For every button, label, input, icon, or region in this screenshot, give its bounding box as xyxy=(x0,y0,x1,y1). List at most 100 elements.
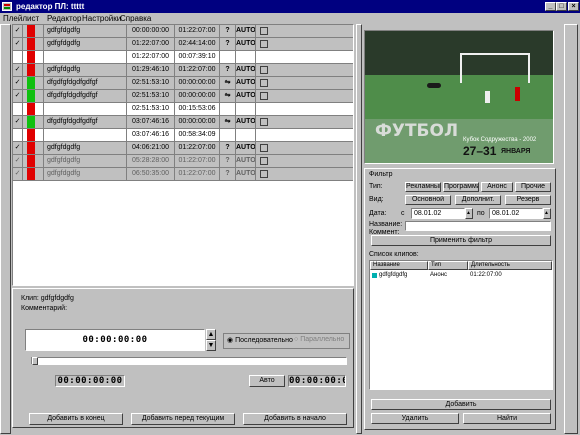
table-row[interactable]: ✓ gdfgfdgdfg 04:06:21:00 01:22:07:00? AUTO xyxy=(13,142,353,155)
row-duration: 01:22:07:00 xyxy=(175,142,220,154)
row-status-bar xyxy=(23,38,44,50)
row-name: gdfgfdgdfg xyxy=(44,38,127,50)
row-checkbox[interactable] xyxy=(260,40,268,48)
type-ad-button[interactable]: Рекламный xyxy=(405,182,441,192)
row-checkbox-cell[interactable] xyxy=(256,38,353,50)
splitter[interactable] xyxy=(356,24,362,434)
row-checkbox[interactable] xyxy=(260,157,268,165)
find-clip-button[interactable]: Найти xyxy=(463,413,551,424)
kind-main-button[interactable]: Основной xyxy=(405,195,451,205)
row-type-icon: ? xyxy=(220,25,236,37)
menu-playlist[interactable]: Плейлист xyxy=(3,13,39,24)
row-checkbox[interactable] xyxy=(260,118,268,126)
table-row[interactable]: ✓ dfgdfgfdgdfgdfgf 02:51:53:10 00:00:00:00 ⇋… xyxy=(13,90,353,103)
kind-reserve-button[interactable]: Резерв xyxy=(505,195,551,205)
status-color-bar xyxy=(27,38,35,50)
row-status-bar xyxy=(23,77,44,89)
close-button[interactable]: × xyxy=(568,2,579,11)
type-program-button[interactable]: Программа xyxy=(443,182,479,192)
row-type-icon: ⇋ xyxy=(220,77,236,89)
table-row[interactable]: ✓ gdfgfdgdfg 01:22:07:00 02:44:14:00? AUTO xyxy=(13,38,353,51)
menu-settings[interactable]: Настройки xyxy=(82,13,121,24)
row-checkbox-cell[interactable] xyxy=(256,103,353,115)
date-to-spin[interactable]: ▲▼ xyxy=(543,208,551,219)
row-name: gdfgfdgdfg xyxy=(44,142,127,154)
list-item-name: gdfgfdgdfg xyxy=(379,272,408,278)
minimize-button[interactable]: _ xyxy=(545,2,556,11)
vertical-scrollbar[interactable] xyxy=(564,24,578,434)
row-auto-badge: AUTO xyxy=(236,116,256,128)
main-time-display[interactable]: 00:00:00:00 xyxy=(25,329,205,351)
add-to-end-button[interactable]: Добавить в конец xyxy=(29,413,123,425)
row-auto-badge: AUTO xyxy=(236,25,256,37)
row-checkbox-cell[interactable] xyxy=(256,168,353,180)
slider-thumb[interactable] xyxy=(32,357,38,365)
radio-parallel[interactable]: ○ Параллельно xyxy=(294,336,344,343)
row-type-icon xyxy=(220,103,236,115)
date-to-field[interactable]: 08.01.02 xyxy=(489,208,543,219)
table-row[interactable]: ✓ gdfgfdgdfg 06:50:35:00 01:22:07:00? AUTO xyxy=(13,168,353,181)
position-slider[interactable] xyxy=(31,357,347,365)
date-from-spin[interactable]: ▲▼ xyxy=(465,208,473,219)
row-checkbox[interactable] xyxy=(260,79,268,87)
table-row[interactable]: 01:22:07:00 00:07:39:10 xyxy=(13,51,353,64)
type-promo-button[interactable]: Анонс xyxy=(481,182,513,192)
row-auto-badge: AUTO xyxy=(236,38,256,50)
row-checkbox-cell[interactable] xyxy=(256,142,353,154)
row-checkbox-cell[interactable] xyxy=(256,64,353,76)
maximize-button[interactable]: □ xyxy=(556,2,567,11)
row-checkbox-cell[interactable] xyxy=(256,129,353,141)
spin-down-button[interactable]: ▼ xyxy=(206,340,216,351)
row-checkbox-cell[interactable] xyxy=(256,77,353,89)
row-checkbox[interactable] xyxy=(260,144,268,152)
table-row[interactable]: 02:51:53:10 00:15:53:06 xyxy=(13,103,353,116)
type-label: Тип: xyxy=(369,183,383,190)
row-status-bar xyxy=(23,103,44,115)
row-checkbox-cell[interactable] xyxy=(256,155,353,167)
col-header-name[interactable]: Название xyxy=(370,261,428,270)
delete-clip-button[interactable]: Удалить xyxy=(371,413,459,424)
col-header-type[interactable]: Тип xyxy=(428,261,468,270)
row-check-icon: ✓ xyxy=(13,116,23,128)
menu-help[interactable]: Справка xyxy=(120,13,151,24)
add-to-start-button[interactable]: Добавить в начало xyxy=(243,413,347,425)
row-name: gdfgfdgdfg xyxy=(44,168,127,180)
row-checkbox-cell[interactable] xyxy=(256,116,353,128)
menu-editor[interactable]: Редактор xyxy=(47,13,81,24)
type-other-button[interactable]: Прочие xyxy=(515,182,551,192)
col-header-duration[interactable]: Длительность xyxy=(468,261,552,270)
row-checkbox[interactable] xyxy=(260,170,268,178)
row-checkbox-cell[interactable] xyxy=(256,90,353,102)
row-checkbox[interactable] xyxy=(260,92,268,100)
add-before-current-button[interactable]: Добавить перед текущим xyxy=(131,413,235,425)
status-color-bar xyxy=(27,77,35,89)
playlist-grid[interactable]: ✓ gdfgfdgdfg 00:00:00:00 01:22:07:00? AUTO ✓ g… xyxy=(12,24,354,286)
table-row[interactable]: ✓ dfgdfgfdgdfgdfgf 02:51:53:10 00:00:00:00 ⇋… xyxy=(13,77,353,90)
table-row[interactable]: ✓ gdfgfdgdfg 01:29:46:10 01:22:07:00? AUTO xyxy=(13,64,353,77)
row-auto-badge xyxy=(236,129,256,141)
clip-list[interactable]: Название Тип Длительность gdfgfdgdfg Ано… xyxy=(369,260,553,390)
add-clip-button[interactable]: Добавить xyxy=(371,399,551,410)
row-name: gdfgfdgdfg xyxy=(44,155,127,167)
table-row[interactable]: ✓ dfgdfgfdgdfgdfgf 03:07:46:16 00:00:00:00 ⇋… xyxy=(13,116,353,129)
date-from-field[interactable]: 08.01.02 xyxy=(411,208,465,219)
name-filter-field[interactable] xyxy=(405,221,551,231)
row-check-icon: ✓ xyxy=(13,77,23,89)
table-row[interactable]: ✓ gdfgfdgdfg 00:00:00:00 01:22:07:00? AUTO xyxy=(13,25,353,38)
table-row[interactable]: 03:07:46:16 00:58:34:09 xyxy=(13,129,353,142)
table-row[interactable]: ✓ gdfgfdgdfg 05:28:28:00 01:22:07:00? AUTO xyxy=(13,155,353,168)
row-checkbox-cell[interactable] xyxy=(256,51,353,63)
row-checkbox[interactable] xyxy=(260,27,268,35)
clip-list-label: Список клипов: xyxy=(369,251,419,258)
row-checkbox[interactable] xyxy=(260,66,268,74)
apply-filter-button[interactable]: Применить фильтр xyxy=(371,235,551,246)
list-item[interactable]: gdfgfdgdfg Анонс 01:22:07:00 xyxy=(370,271,552,280)
kind-extra-button[interactable]: Дополнит. xyxy=(455,195,501,205)
row-status-bar xyxy=(23,51,44,63)
row-checkbox-cell[interactable] xyxy=(256,25,353,37)
spin-up-button[interactable]: ▲ xyxy=(206,329,216,340)
radio-sequential[interactable]: ◉ Последовательно xyxy=(227,336,293,344)
auto-button[interactable]: Авто xyxy=(249,375,285,387)
row-check-icon: ✓ xyxy=(13,25,23,37)
video-preview: ФУТБОЛ Кубок Содружества - 2002 27–31 ЯН… xyxy=(364,30,554,164)
